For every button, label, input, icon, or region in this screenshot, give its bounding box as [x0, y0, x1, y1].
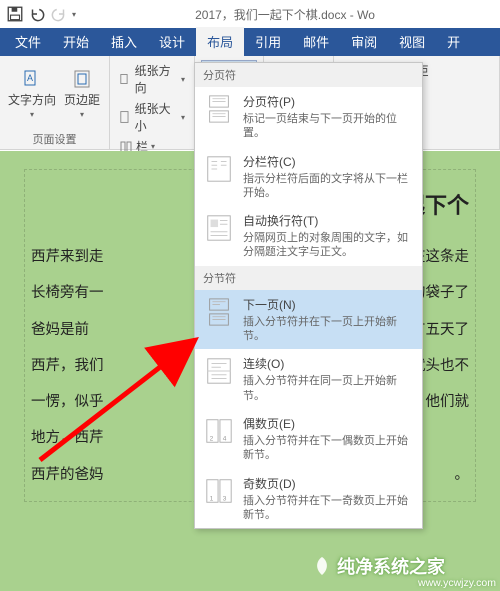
continuous-icon [203, 355, 235, 387]
ribbon-tabs: 文件 开始 插入 设计 布局 引用 邮件 审阅 视图 开 [0, 28, 500, 56]
tab-file[interactable]: 文件 [4, 27, 52, 56]
odd-page-icon: 13 [203, 475, 235, 507]
chevron-down-icon: ▾ [30, 110, 34, 119]
leaf-icon [311, 555, 333, 577]
title-bar: ▾ 2017，我们一起下个棋.docx - Wo [0, 0, 500, 28]
chevron-down-icon: ▾ [80, 110, 84, 119]
dd-item-page-break[interactable]: 分页符(P)标记一页结束与下一页开始的位置。 [195, 87, 422, 147]
even-page-icon: 24 [203, 415, 235, 447]
tab-mailings[interactable]: 邮件 [292, 27, 340, 56]
tab-references[interactable]: 引用 [244, 27, 292, 56]
margins-button[interactable]: 页边距 ▾ [62, 67, 102, 121]
undo-icon[interactable] [28, 5, 46, 23]
next-page-icon [203, 296, 235, 328]
text-direction-button[interactable]: A 文字方向 ▾ [6, 67, 58, 121]
tab-layout[interactable]: 布局 [196, 27, 244, 56]
group-page-setup-right: 纸张方向▾ 纸张大小▾ 栏▾ [110, 56, 194, 149]
watermark-url: www.ycwjzy.com [418, 577, 496, 589]
redo-icon[interactable] [50, 5, 68, 23]
tab-review[interactable]: 审阅 [340, 27, 388, 56]
dd-section-breaks: 分节符 [195, 266, 422, 290]
tab-view[interactable]: 视图 [388, 27, 436, 56]
text-wrap-icon [203, 212, 235, 244]
group-page-setup-left: A 文字方向 ▾ 页边距 ▾ 页面设置 [0, 56, 110, 149]
text-direction-label: 文字方向 [8, 91, 56, 108]
dd-section-page-breaks: 分页符 [195, 63, 422, 87]
svg-text:1: 1 [210, 495, 214, 502]
tab-dev[interactable]: 开 [436, 27, 471, 56]
margins-label: 页边距 [64, 91, 100, 108]
dd-item-continuous[interactable]: 连续(O)插入分节符并在同一页上开始新节。 [195, 349, 422, 409]
dd-item-text-wrap-break[interactable]: 自动换行符(T)分隔网页上的对象周围的文字，如分隔题注文字与正文。 [195, 206, 422, 266]
tab-insert[interactable]: 插入 [100, 27, 148, 56]
tab-design[interactable]: 设计 [148, 27, 196, 56]
watermark: 纯净系统之家 [311, 553, 445, 579]
svg-text:4: 4 [223, 435, 227, 442]
quick-access-toolbar: ▾ [6, 5, 76, 23]
column-break-icon [203, 153, 235, 185]
dd-item-even-page[interactable]: 24 偶数页(E)插入分节符并在下一偶数页上开始新节。 [195, 409, 422, 469]
document-title: 2017，我们一起下个棋.docx - Wo [76, 6, 494, 23]
svg-text:2: 2 [210, 435, 214, 442]
orientation-button[interactable]: 纸张方向▾ [116, 60, 188, 98]
page-break-icon [203, 93, 235, 125]
dd-item-odd-page[interactable]: 13 奇数页(D)插入分节符并在下一奇数页上开始新节。 [195, 469, 422, 529]
breaks-dropdown: 分页符 分页符(P)标记一页结束与下一页开始的位置。 分栏符(C)指示分栏符后面… [194, 62, 423, 529]
svg-text:A: A [27, 73, 33, 83]
save-icon[interactable] [6, 5, 24, 23]
dd-item-next-page[interactable]: 下一页(N)插入分节符并在下一页上开始新节。 [195, 290, 422, 350]
svg-text:3: 3 [223, 495, 227, 502]
size-button[interactable]: 纸张大小▾ [116, 98, 188, 136]
tab-home[interactable]: 开始 [52, 27, 100, 56]
group-label-page-setup: 页面设置 [6, 129, 103, 147]
dd-item-column-break[interactable]: 分栏符(C)指示分栏符后面的文字将从下一栏开始。 [195, 147, 422, 207]
